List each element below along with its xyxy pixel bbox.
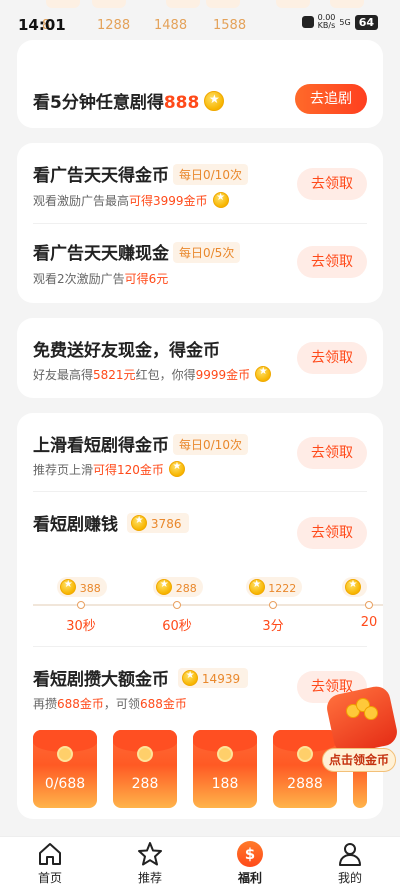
milestone-3: 1222 [244,577,304,597]
gold-coin-icon [204,91,225,111]
claim-button-ad-coins[interactable]: 去领取 [297,168,367,200]
daily-count-badge: 每日0/10次 [173,164,248,185]
red-packet-3[interactable]: 188 [193,730,257,808]
tab-label: 福利 [237,871,262,885]
battery-icon: 64 [354,14,378,30]
red-packet-1[interactable]: 0/688 [33,730,97,808]
go-watch-button[interactable]: 去追剧 [295,84,367,114]
coin-count-badge: 14939 [178,668,249,688]
money-icon: $ [237,841,263,867]
milestone-dot [269,601,277,609]
coin-count-badge: 3786 [127,513,190,533]
gold-coin-icon [182,670,199,686]
gold-coin-icon [345,579,361,595]
milestone-dot [365,601,373,609]
red-packet-2[interactable]: 288 [113,730,177,808]
status-bar: 14:01 0.00 KB/s 5G 64 [0,0,400,50]
user-icon [339,843,361,866]
star-icon [138,842,162,866]
milestone-label: 30秒 [66,619,96,634]
home-icon [39,843,61,865]
tab-recommend[interactable]: 推荐 [120,841,180,886]
app-notification-icon [301,16,314,28]
gold-coin-icon [131,515,148,531]
divider [33,491,367,492]
gold-coin-icon [212,192,229,208]
tab-home[interactable]: 首页 [20,841,80,886]
floating-claim-coins[interactable]: 点击领金币 [320,684,400,780]
claim-button-ad-cash[interactable]: 去领取 [297,246,367,278]
claim-button-earn[interactable]: 去领取 [297,517,367,549]
milestone-label: 20 [360,615,378,630]
milestone-dot [173,601,181,609]
claim-button-swipe[interactable]: 去领取 [297,437,367,469]
gold-coin-icon [248,579,265,595]
daily-count-badge: 每日0/5次 [173,242,241,263]
system-icons: 0.00 KB/s 5G 64 [301,13,378,30]
bottom-tab-bar: 首页 推荐 $ 福利 我的 [0,836,400,889]
card-invite: 免费送好友现金，得金币 好友最高得5821元红包，你得9999金币 去领取 [17,318,383,398]
tab-label: 我的 [337,871,362,885]
gold-coin-icon [169,461,186,477]
milestone-label: 3分 [262,619,284,634]
gold-coin-icon [156,579,173,595]
tab-label: 推荐 [137,871,162,885]
tab-mine[interactable]: 我的 [320,841,380,886]
milestone-label: 60秒 [162,619,192,634]
gold-coin-icon [60,579,77,595]
coins-icon [342,698,378,726]
tab-label: 首页 [37,871,62,885]
card-ad-tasks: 看广告天天得金币每日0/10次 观看激励广告最高可得3999金币 去领取 看广告… [17,143,383,303]
milestone-dot [77,601,85,609]
status-time: 14:01 [18,16,66,34]
card-watch-5min: 看5分钟任意剧得888 去追剧 [17,40,383,128]
net-speed: 0.00 KB/s [317,13,336,30]
floating-claim-label: 点击领金币 [322,748,396,772]
tab-welfare[interactable]: $ 福利 [220,841,280,886]
milestone-4 [342,577,383,597]
progress-track [33,604,383,606]
divider [33,646,367,647]
milestone-1: 388 [52,577,112,597]
divider [33,223,367,224]
daily-count-badge: 每日0/10次 [173,434,248,455]
claim-button-invite[interactable]: 去领取 [297,342,367,374]
milestone-2: 288 [148,577,208,597]
signal-icon: 5G [339,17,351,27]
gold-coin-icon [255,366,272,382]
